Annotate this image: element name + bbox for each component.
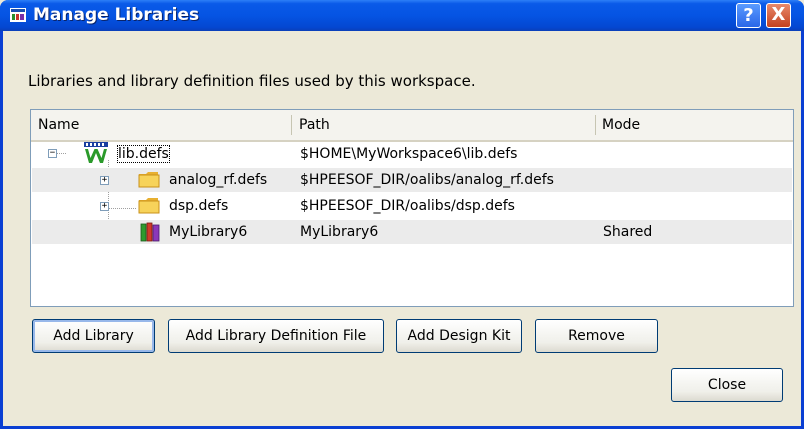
row-path: $HOME\MyWorkspace6\lib.defs <box>300 146 518 162</box>
column-divider[interactable] <box>595 115 596 135</box>
list-item[interactable]: MyLibrary6 MyLibrary6 Shared <box>32 220 792 244</box>
column-header-name[interactable]: Name <box>38 117 79 133</box>
row-mode: Shared <box>603 224 653 240</box>
folder-icon <box>138 198 160 214</box>
add-design-kit-button[interactable]: Add Design Kit <box>396 319 522 353</box>
workspace-lib-icon <box>84 142 108 163</box>
library-books-icon <box>140 222 160 242</box>
row-name: analog_rf.defs <box>169 172 268 188</box>
dialog-title: Manage Libraries <box>33 5 200 25</box>
dialog-app-icon <box>10 8 26 22</box>
row-name: dsp.defs <box>169 198 229 214</box>
add-library-definition-file-button[interactable]: Add Library Definition File <box>168 319 384 353</box>
list-item[interactable]: + analog_rf.defs $HPEESOF_DIR/oalibs/ana… <box>32 168 792 192</box>
row-path: $HPEESOF_DIR/oalibs/dsp.defs <box>300 198 515 214</box>
expand-toggle[interactable]: + <box>100 202 109 211</box>
list-item[interactable]: + dsp.defs $HPEESOF_DIR/oalibs/dsp.defs <box>32 194 792 218</box>
row-path: $HPEESOF_DIR/oalibs/analog_rf.defs <box>300 172 554 188</box>
add-library-button[interactable]: Add Library <box>32 319 155 353</box>
row-path: MyLibrary6 <box>300 224 379 240</box>
close-button[interactable]: Close <box>671 368 783 402</box>
manage-libraries-dialog: Manage Libraries ? X Libraries and libra… <box>0 0 804 429</box>
column-divider[interactable] <box>291 115 292 135</box>
libraries-list[interactable]: Name Path Mode − lib.defs $HOME\MyWorksp… <box>30 109 794 307</box>
title-bar[interactable]: Manage Libraries ? X <box>0 0 804 31</box>
description-text: Libraries and library definition files u… <box>28 72 476 90</box>
row-name: MyLibrary6 <box>169 224 248 240</box>
collapse-toggle[interactable]: − <box>48 149 57 158</box>
window-close-button[interactable]: X <box>766 3 791 28</box>
help-button[interactable]: ? <box>736 3 761 28</box>
column-header-path[interactable]: Path <box>299 117 330 133</box>
list-item[interactable]: − lib.defs $HOME\MyWorkspace6\lib.defs <box>32 142 792 166</box>
expand-toggle[interactable]: + <box>100 176 109 185</box>
list-header: Name Path Mode <box>31 110 793 142</box>
column-header-mode[interactable]: Mode <box>602 117 640 133</box>
row-name: lib.defs <box>117 145 170 163</box>
remove-button[interactable]: Remove <box>535 319 658 353</box>
folder-icon <box>138 172 160 188</box>
